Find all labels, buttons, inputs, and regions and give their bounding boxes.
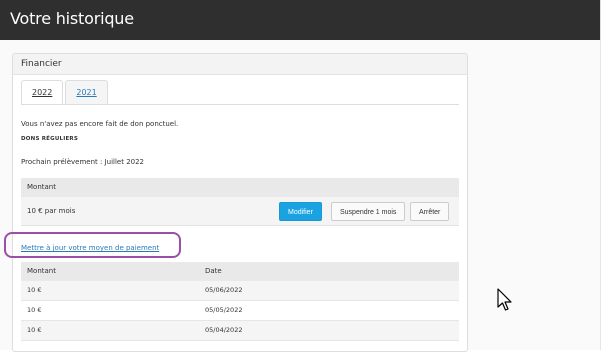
table-row: 10 € 05/05/2022 [21,301,459,321]
suspend-button[interactable]: Suspendre 1 mois [331,202,406,221]
stop-button[interactable]: Arrêter [410,202,450,221]
row-amount: 10 € [27,326,42,334]
recurring-amount: 10 € par mois [27,207,76,215]
table-row: 10 € 05/04/2022 [21,321,459,341]
recurring-heading: DONS RÉGULIERS [21,136,78,142]
history-table: Montant Date 10 € 05/06/2022 10 € 05/05/… [21,262,459,341]
page-title: Votre historique [10,9,134,28]
row-date: 05/05/2022 [205,306,243,314]
tab-2021[interactable]: 2021 [65,80,108,104]
row-date: 05/06/2022 [205,286,243,294]
column-header-date: Date [205,267,222,275]
panel-header: Financier [13,54,467,75]
column-header-montant: Montant [27,267,56,275]
tab-divider [21,104,459,105]
row-amount: 10 € [27,306,42,314]
history-table-header: Montant Date [21,262,459,281]
tab-2022[interactable]: 2022 [21,80,64,105]
recurring-table-header: Montant [21,178,459,197]
row-amount: 10 € [27,286,42,294]
year-tabs: 2022 2021 [21,80,110,105]
payment-link-highlight [4,232,181,258]
no-donation-text: Vous n'avez pas encore fait de don ponct… [21,120,179,128]
table-row: 10 € 05/06/2022 [21,281,459,301]
top-bar: Votre historique [0,0,601,40]
mouse-pointer-icon [497,288,512,311]
column-header-montant: Montant [27,183,56,191]
modify-button[interactable]: Modifier [279,202,322,221]
next-debit-text: Prochain prélèvement : Juillet 2022 [21,158,145,166]
financier-panel: Financier 2022 2021 Vous n'avez pas enco… [12,53,468,352]
recurring-table-row: 10 € par mois Modifier Suspendre 1 mois … [21,197,459,226]
row-date: 05/04/2022 [205,326,243,334]
